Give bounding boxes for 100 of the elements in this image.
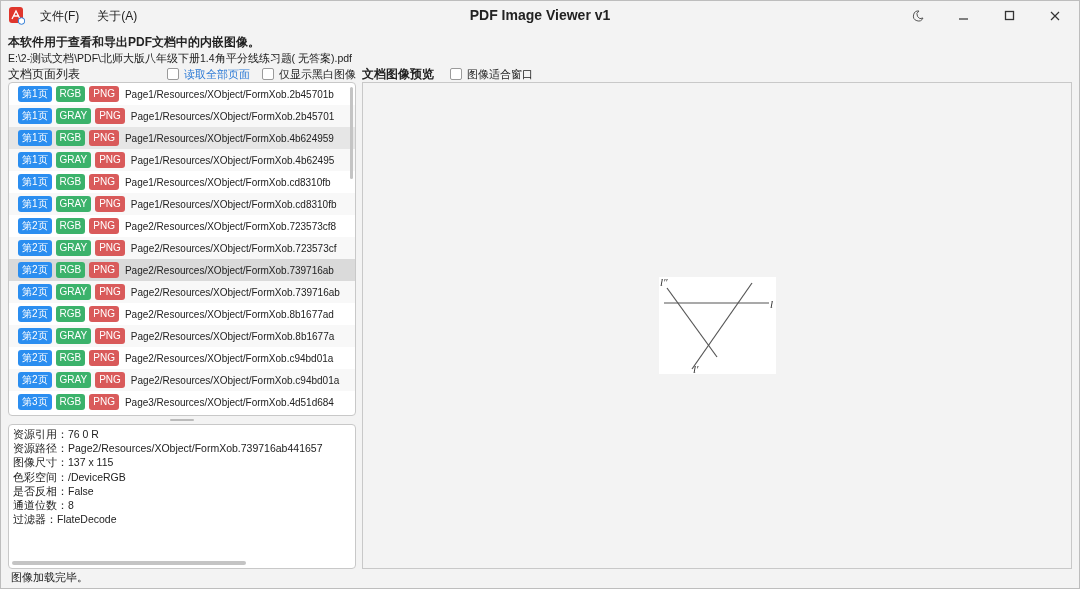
page-tag: 第2页 <box>18 372 52 388</box>
detail-line: 是否反相：False <box>13 483 95 498</box>
format-tag: PNG <box>89 394 119 410</box>
resource-path: Page1/Resources/XObject/FormXob.2b45701 <box>130 110 335 122</box>
detail-line: 通道位数：8 <box>13 498 75 513</box>
figure-label: l <box>769 298 773 310</box>
window-title: PDF Image Viewer v1 <box>469 7 611 23</box>
image-list-item[interactable]: 第2页 RGB PNG Page2/Resources/XObject/FormXob.c94bd01a <box>9 347 355 369</box>
page-tag: 第2页 <box>18 328 52 344</box>
resource-path: Page2/Resources/XObject/FormXob.739716ab <box>124 264 334 276</box>
image-list-item[interactable]: 第3页 RGB PNG Page3/Resources/XObject/FormXob.4d51d684 <box>9 391 355 413</box>
format-tag: PNG <box>89 350 119 366</box>
format-tag: PNG <box>95 108 125 124</box>
checkbox[interactable] <box>262 68 274 80</box>
image-list-item[interactable]: 第2页 RGB PNG Page2/Resources/XObject/FormXob.723573cf8 <box>9 215 355 237</box>
format-tag: PNG <box>95 152 125 168</box>
format-tag: PNG <box>89 218 119 234</box>
color-space-tag: RGB <box>55 262 86 278</box>
page-tag: 第2页 <box>18 240 52 256</box>
color-space-tag: RGB <box>55 394 86 410</box>
color-space-tag: GRAY <box>55 152 92 168</box>
scrollbar-thumb[interactable] <box>350 87 353 179</box>
format-tag: PNG <box>89 174 119 190</box>
page-tag: 第1页 <box>18 130 52 146</box>
resource-path: Page2/Resources/XObject/FormXob.723573cf <box>130 242 337 254</box>
image-list-item[interactable]: 第1页 GRAY PNG Page1/Resources/XObject/FormXob.2b45701 <box>9 105 355 127</box>
page-tag: 第1页 <box>18 196 52 212</box>
image-list-item[interactable]: 第1页 RGB PNG Page1/Resources/XObject/FormXob.cd8310fb <box>9 171 355 193</box>
resource-path: Page1/Resources/XObject/FormXob.4b624959 <box>124 132 334 144</box>
format-tag: PNG <box>89 86 119 102</box>
checkbox-label[interactable]: 图像适合窗口 <box>467 66 533 82</box>
image-list-item[interactable]: 第1页 RGB PNG Page1/Resources/XObject/FormXob.4b624959 <box>9 127 355 149</box>
panel-title: 文档图像预览 <box>362 65 434 83</box>
menu-item[interactable]: 文件(F) <box>37 5 83 27</box>
resource-path: Page2/Resources/XObject/FormXob.c94bd01a <box>124 352 334 364</box>
format-tag: PNG <box>95 196 125 212</box>
color-space-tag: RGB <box>55 306 86 322</box>
resource-path: Page2/Resources/XObject/FormXob.8b1677a <box>130 330 335 342</box>
page-tag: 第2页 <box>18 218 52 234</box>
checkbox[interactable] <box>167 68 179 80</box>
app-logo-icon <box>9 7 25 25</box>
format-tag: PNG <box>89 262 119 278</box>
panel-title: 文档页面列表 <box>8 65 80 83</box>
resource-path: Page3/Resources/XObject/FormXob.4d51d684 <box>124 396 334 408</box>
page-tag: 第1页 <box>18 174 52 190</box>
format-tag: PNG <box>95 240 125 256</box>
image-list-item[interactable]: 第2页 GRAY PNG Page2/Resources/XObject/FormXob.739716ab <box>9 281 355 303</box>
figure-label: l′ <box>692 363 698 374</box>
page-tag: 第1页 <box>18 152 52 168</box>
color-space-tag: RGB <box>55 86 86 102</box>
description-text: 本软件用于查看和导出PDF文档中的内嵌图像。 <box>8 34 261 51</box>
color-space-tag: GRAY <box>55 196 92 212</box>
resource-path: Page1/Resources/XObject/FormXob.cd8310fb <box>124 176 331 188</box>
option-link[interactable]: 读取全部页面 <box>184 66 250 82</box>
color-space-tag: GRAY <box>55 108 92 124</box>
checkbox-label[interactable]: 仅显示黑白图像 <box>279 66 356 82</box>
page-tag: 第2页 <box>18 350 52 366</box>
resource-path: Page2/Resources/XObject/FormXob.8b1677ad <box>124 308 334 320</box>
image-list-item[interactable]: 第1页 RGB PNG Page1/Resources/XObject/FormXob.2b45701b <box>9 83 355 105</box>
resource-path: Page1/Resources/XObject/FormXob.cd8310fb <box>130 198 337 210</box>
page-tag: 第2页 <box>18 262 52 278</box>
image-list-item[interactable]: 第2页 GRAY PNG Page2/Resources/XObject/FormXob.723573cf <box>9 237 355 259</box>
color-space-tag: GRAY <box>55 372 92 388</box>
detail-line: 图像尺寸：137 x 115 <box>13 455 115 470</box>
color-space-tag: GRAY <box>55 284 92 300</box>
color-space-tag: GRAY <box>55 240 92 256</box>
detail-line: 资源路径：Page2/Resources/XObject/FormXob.739716ab441657 <box>13 441 324 456</box>
detail-line: 色彩空间：/DeviceRGB <box>13 469 127 484</box>
resource-path: Page1/Resources/XObject/FormXob.2b45701b <box>124 88 334 100</box>
image-list-item[interactable]: 第2页 RGB PNG Page2/Resources/XObject/FormXob.8b1677ad <box>9 303 355 325</box>
page-tag: 第2页 <box>18 284 52 300</box>
color-space-tag: RGB <box>55 218 86 234</box>
image-list-item[interactable]: 第1页 GRAY PNG Page1/Resources/XObject/FormXob.4b62495 <box>9 149 355 171</box>
color-space-tag: RGB <box>55 174 86 190</box>
color-space-tag: RGB <box>55 350 86 366</box>
color-space-tag: GRAY <box>55 328 92 344</box>
image-list-item[interactable]: 第2页 GRAY PNG Page2/Resources/XObject/FormXob.8b1677a <box>9 325 355 347</box>
resource-path: Page2/Resources/XObject/FormXob.739716ab <box>130 286 340 298</box>
scrollbar-thumb[interactable] <box>12 561 246 565</box>
status-message: 图像加载完毕。 <box>10 570 89 585</box>
page-tag: 第2页 <box>18 306 52 322</box>
file-path: E:\2-测试文档\PDF\北师大版八年级下册1.4角平分线练习题( 无答案).pdf <box>8 52 354 66</box>
page-tag: 第3页 <box>18 394 52 410</box>
image-list-item[interactable]: 第2页 RGB PNG Page2/Resources/XObject/FormXob.739716ab <box>9 259 355 281</box>
detail-line: 资源引用：76 0 R <box>13 427 100 442</box>
menu-item[interactable]: 关于(A) <box>94 5 141 27</box>
format-tag: PNG <box>89 306 119 322</box>
format-tag: PNG <box>89 130 119 146</box>
color-space-tag: RGB <box>55 130 86 146</box>
resource-path: Page1/Resources/XObject/FormXob.4b62495 <box>130 154 335 166</box>
image-list-item[interactable]: 第1页 GRAY PNG Page1/Resources/XObject/FormXob.cd8310fb <box>9 193 355 215</box>
page-tag: 第1页 <box>18 108 52 124</box>
splitter-handle[interactable] <box>170 419 194 421</box>
checkbox[interactable] <box>450 68 462 80</box>
detail-line: 过滤器：FlateDecode <box>13 512 118 527</box>
resource-path: Page2/Resources/XObject/FormXob.c94bd01a <box>130 374 340 386</box>
image-list-item[interactable]: 第2页 GRAY PNG Page2/Resources/XObject/FormXob.c94bd01a <box>9 369 355 391</box>
figure-label: l″ <box>659 277 668 288</box>
page-tag: 第1页 <box>18 86 52 102</box>
resource-path: Page2/Resources/XObject/FormXob.723573cf8 <box>124 220 337 232</box>
